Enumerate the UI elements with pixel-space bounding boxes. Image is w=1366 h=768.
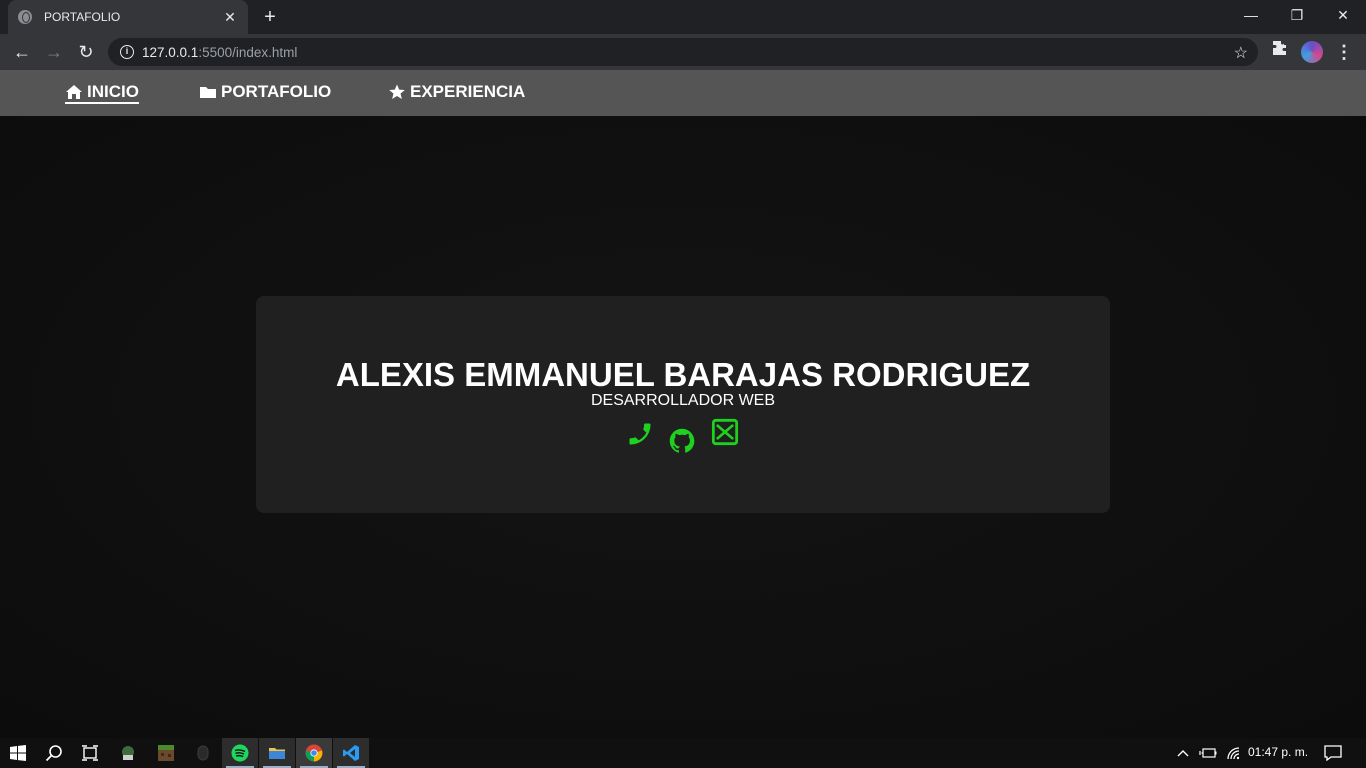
- nav-link-label: EXPERIENCIA: [410, 82, 526, 101]
- url-path: :5500/index.html: [198, 44, 298, 60]
- mouse-icon[interactable]: [185, 738, 221, 768]
- forward-button[interactable]: →: [40, 38, 68, 66]
- nav-link-label: PORTAFOLIO: [221, 82, 332, 101]
- hero-role: DESARROLLADOR WEB: [590, 392, 776, 409]
- nav-link-label: INICIO: [87, 82, 139, 101]
- close-window-button[interactable]: ✕: [1320, 0, 1366, 30]
- extensions-icon[interactable]: [1268, 38, 1292, 66]
- url-host: 127.0.0.1: [142, 44, 199, 60]
- restore-button[interactable]: ❐: [1274, 0, 1320, 30]
- hero-card: ALEXIS EMMANUEL BARAJAS RODRIGUEZ DESARR…: [256, 296, 1110, 513]
- tab-title: PORTAFOLIO: [44, 10, 121, 24]
- taskbar-clock[interactable]: 01:47 p. m.: [1248, 745, 1308, 759]
- home-icon: [66, 85, 82, 99]
- browser-tab-strip: PORTAFOLIO ✕ + — ❐ ✕: [0, 0, 1366, 34]
- browser-tab[interactable]: PORTAFOLIO ✕: [8, 0, 248, 34]
- notifications-icon[interactable]: [1316, 738, 1350, 768]
- reload-button[interactable]: ↻: [72, 38, 100, 66]
- app-icon[interactable]: [110, 738, 146, 768]
- search-icon[interactable]: [36, 738, 72, 768]
- task-view-icon[interactable]: [72, 738, 108, 768]
- close-tab-icon[interactable]: ✕: [222, 9, 238, 25]
- mail-icon[interactable]: [711, 418, 739, 446]
- github-icon[interactable]: [668, 427, 696, 455]
- wifi-icon[interactable]: [1222, 738, 1246, 768]
- globe-icon: [18, 10, 32, 24]
- nav-link-experiencia[interactable]: EXPERIENCIA: [388, 82, 525, 102]
- minimize-button[interactable]: —: [1228, 0, 1274, 30]
- windows-start-icon[interactable]: [0, 738, 36, 768]
- file-explorer-icon[interactable]: [259, 738, 295, 768]
- nav-link-portafolio[interactable]: PORTAFOLIO: [199, 82, 331, 102]
- show-hidden-icons-icon[interactable]: [1170, 738, 1196, 768]
- page-viewport: INICIO PORTAFOLIO EXPERIENCIA ALEXIS EMM…: [0, 70, 1366, 738]
- battery-icon[interactable]: [1196, 738, 1220, 768]
- folder-icon: [200, 87, 216, 98]
- browser-menu-icon[interactable]: ⋮: [1334, 38, 1354, 66]
- new-tab-button[interactable]: +: [258, 6, 282, 28]
- phone-icon[interactable]: [626, 420, 654, 448]
- windows-taskbar: 01:47 p. m.: [0, 738, 1366, 768]
- address-bar[interactable]: i 127.0.0.1:5500/index.html ☆: [108, 38, 1258, 66]
- spotify-icon[interactable]: [222, 738, 258, 768]
- hero-name: ALEXIS EMMANUEL BARAJAS RODRIGUEZ: [335, 356, 1031, 393]
- star-icon: [389, 84, 405, 99]
- browser-toolbar: ← → ↻ i 127.0.0.1:5500/index.html ☆ ⋮: [0, 34, 1366, 70]
- back-button[interactable]: ←: [8, 38, 36, 66]
- nav-link-inicio[interactable]: INICIO: [65, 82, 139, 104]
- contact-links: [626, 418, 746, 454]
- site-navbar: INICIO PORTAFOLIO EXPERIENCIA: [0, 70, 1366, 116]
- vscode-icon[interactable]: [333, 738, 369, 768]
- chrome-icon[interactable]: [296, 738, 332, 768]
- info-icon[interactable]: i: [120, 45, 134, 59]
- profile-avatar[interactable]: [1301, 41, 1323, 63]
- minecraft-icon[interactable]: [148, 738, 184, 768]
- bookmark-star-icon[interactable]: ☆: [1234, 43, 1248, 63]
